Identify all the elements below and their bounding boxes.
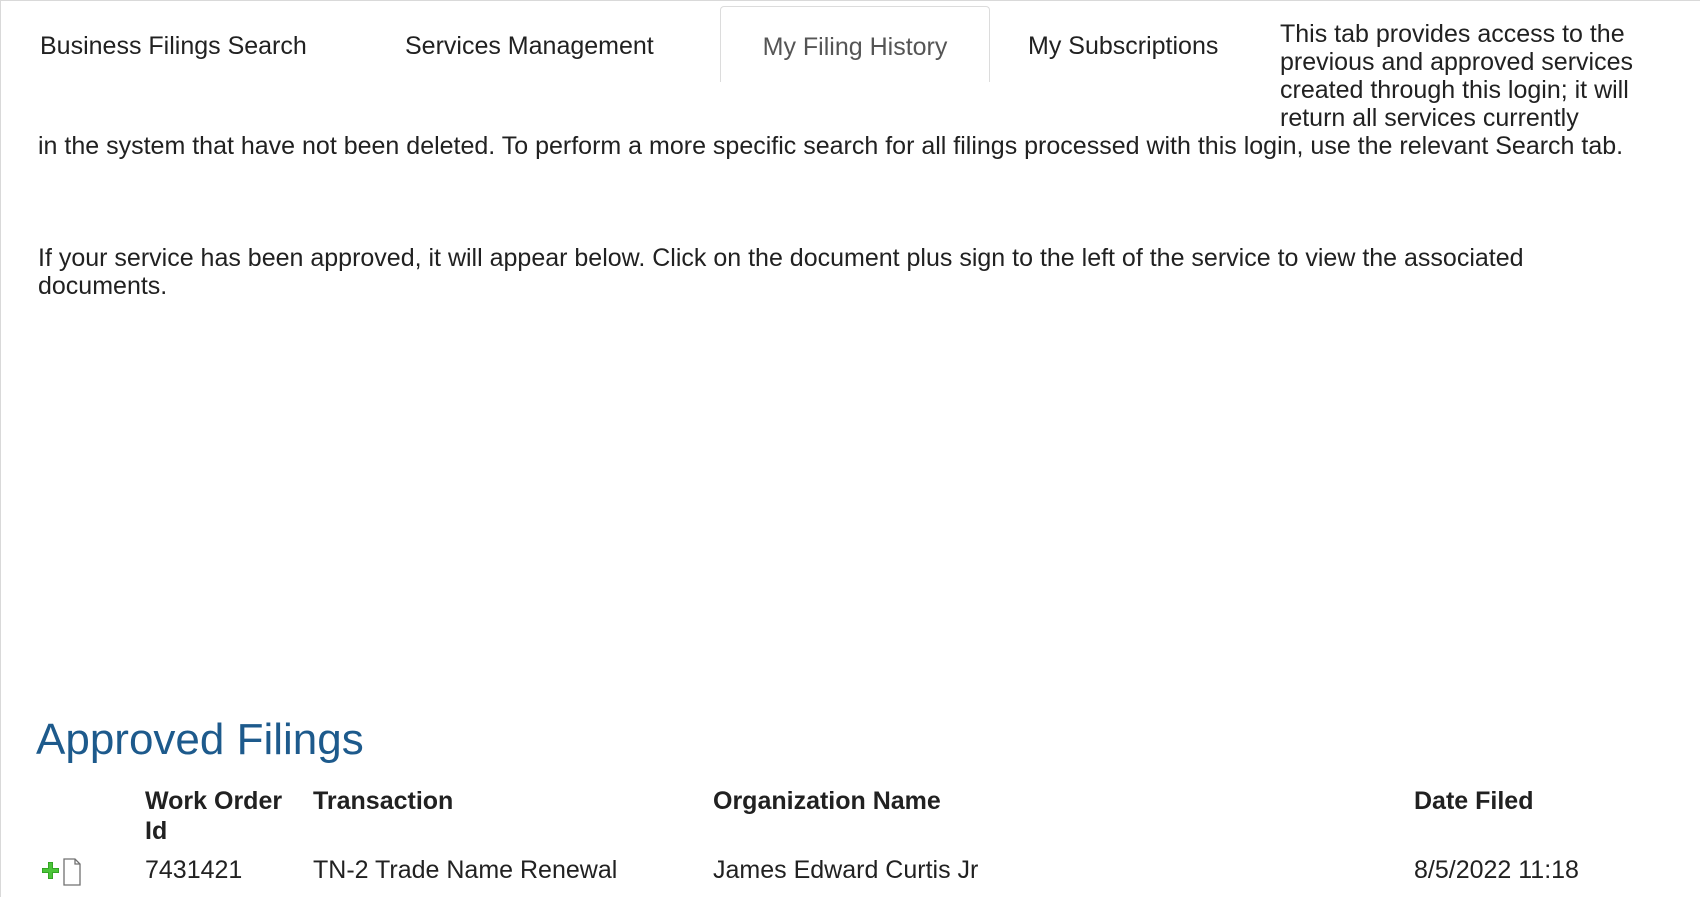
- cell-date-filed: 8/5/2022 11:18: [1414, 856, 1579, 884]
- tab-my-filing-history[interactable]: My Filing History: [720, 6, 990, 82]
- cell-transaction: TN-2 Trade Name Renewal: [313, 856, 618, 884]
- document-plus-icon[interactable]: [40, 857, 90, 887]
- tab-description: This tab provides access to the previous…: [1280, 20, 1633, 132]
- cell-organization-name: James Edward Curtis Jr: [713, 856, 979, 884]
- approved-filings-title: Approved Filings: [36, 715, 364, 764]
- approval-instructions: If your service has been approved, it wi…: [38, 244, 1524, 300]
- column-header-work-order-id: Work Order Id: [145, 787, 283, 845]
- tab-my-subscriptions[interactable]: My Subscriptions: [1028, 6, 1218, 82]
- tab-business-filings-search[interactable]: Business Filings Search: [40, 6, 307, 82]
- tab-description-continued: in the system that have not been deleted…: [38, 132, 1624, 160]
- cell-work-order-id: 7431421: [145, 856, 243, 884]
- column-header-date-filed: Date Filed: [1414, 787, 1534, 815]
- column-header-organization-name: Organization Name: [713, 787, 941, 815]
- column-header-transaction: Transaction: [313, 787, 454, 815]
- tab-services-management[interactable]: Services Management: [405, 6, 654, 82]
